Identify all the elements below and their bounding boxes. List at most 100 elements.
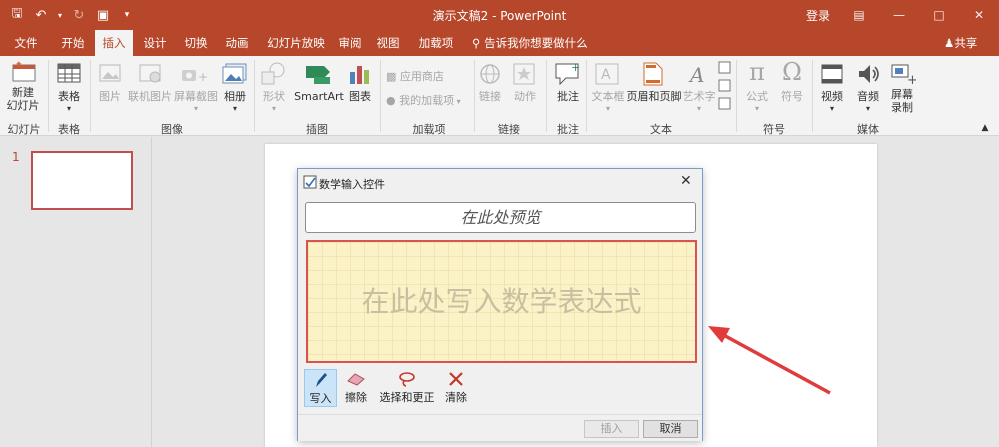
tab-animations[interactable]: 动画 bbox=[219, 30, 255, 56]
text-small-tools-icon[interactable] bbox=[718, 60, 732, 112]
preview-field: 在此处预览 bbox=[305, 202, 696, 233]
dialog-title: 数学输入控件 bbox=[319, 178, 385, 191]
table-dropdown-icon[interactable]: ▾ bbox=[54, 102, 84, 115]
minimize-icon[interactable]: — bbox=[879, 0, 919, 30]
screenshot-icon: + bbox=[182, 70, 208, 84]
slide-number: 1 bbox=[12, 150, 20, 164]
comment-button[interactable]: 批注 bbox=[552, 90, 584, 103]
action-button[interactable]: 动作 bbox=[508, 90, 542, 103]
slide-thumbnail-pane: 1 bbox=[0, 137, 152, 447]
tab-addins[interactable]: 加载项 bbox=[416, 30, 456, 56]
new-slide-button[interactable]: 新建 幻灯片 bbox=[2, 86, 44, 112]
smartart-button[interactable]: SmartArt bbox=[292, 90, 346, 103]
my-addins-button[interactable]: ● 我的加载项 ▾ bbox=[386, 94, 480, 108]
audio-icon bbox=[859, 65, 879, 83]
wordart-dropdown-icon[interactable]: ▾ bbox=[682, 102, 716, 115]
cancel-button[interactable]: 取消 bbox=[643, 420, 698, 438]
textbox-dropdown-icon[interactable]: ▾ bbox=[590, 102, 626, 115]
album-dropdown-icon[interactable]: ▾ bbox=[220, 102, 250, 115]
shapes-icon bbox=[261, 62, 285, 85]
screen-recording-button[interactable]: 屏幕 录制 bbox=[884, 88, 920, 114]
my-addins-dropdown-icon: ▾ bbox=[454, 97, 461, 106]
title-bar: 🖫 ↶ ▾ ↻ ▣ ▾ 演示文稿2 - PowerPoint 登录 ▤ — □ … bbox=[0, 0, 999, 30]
chart-button[interactable]: 图表 bbox=[344, 90, 376, 103]
tab-home[interactable]: 开始 bbox=[54, 30, 92, 56]
ribbon: ✦ 新建 幻灯片 幻灯片 表格 ▾ 表格 图片 联机图片 + 屏幕截图 ▾ 相册… bbox=[0, 56, 999, 136]
group-illustrations-label: 插图 bbox=[306, 123, 328, 136]
person-icon: ♟ bbox=[944, 36, 955, 50]
group-symbols-label: 符号 bbox=[763, 123, 785, 136]
collapse-ribbon-icon[interactable]: ▲ bbox=[978, 122, 992, 135]
store-icon: ▩ bbox=[386, 70, 400, 83]
wordart-icon: A bbox=[688, 63, 704, 86]
online-picture-button[interactable]: 联机图片 bbox=[126, 90, 174, 103]
insert-button[interactable]: 插入 bbox=[584, 420, 639, 438]
pi-icon: π bbox=[749, 58, 765, 86]
app-store-button[interactable]: ▩ 应用商店 bbox=[386, 70, 476, 83]
group-addins-label: 加载项 bbox=[412, 123, 446, 136]
pen-icon bbox=[305, 370, 336, 390]
picture-icon bbox=[99, 64, 121, 82]
write-tool-button[interactable]: 写入 bbox=[304, 369, 337, 407]
login-link[interactable]: 登录 bbox=[806, 7, 830, 24]
tab-view[interactable]: 视图 bbox=[373, 30, 403, 56]
header-footer-icon bbox=[643, 62, 663, 86]
screenshot-dropdown-icon[interactable]: ▾ bbox=[172, 102, 220, 115]
svg-text:✦: ✦ bbox=[15, 61, 23, 70]
tab-slideshow[interactable]: 幻灯片放映 bbox=[261, 30, 331, 56]
annotation-arrow bbox=[708, 326, 831, 395]
omega-icon: Ω bbox=[782, 58, 802, 86]
group-tables-label: 表格 bbox=[58, 123, 80, 136]
action-icon bbox=[513, 63, 535, 85]
tab-design[interactable]: 设计 bbox=[137, 30, 173, 56]
erase-tool-button[interactable]: 擦除 bbox=[343, 369, 369, 407]
clear-tool-button[interactable]: 清除 bbox=[443, 369, 469, 407]
online-picture-icon bbox=[139, 64, 161, 83]
link-icon bbox=[480, 64, 500, 84]
handwriting-area[interactable]: 在此处写入数学表达式 bbox=[306, 240, 697, 363]
svg-text:+: + bbox=[907, 73, 916, 86]
dialog-close-icon[interactable]: ✕ bbox=[680, 173, 692, 189]
equation-dropdown-icon[interactable]: ▾ bbox=[740, 102, 774, 115]
share-button[interactable]: ♟共享 bbox=[944, 30, 977, 56]
table-icon bbox=[57, 63, 81, 83]
audio-dropdown-icon[interactable]: ▾ bbox=[852, 102, 884, 115]
group-text-label: 文本 bbox=[650, 123, 672, 136]
lightbulb-icon: ⚲ bbox=[472, 36, 485, 50]
svg-text:A: A bbox=[688, 63, 704, 86]
new-slide-icon: ✦ bbox=[12, 61, 36, 82]
tab-insert[interactable]: 插入 bbox=[95, 30, 133, 56]
lasso-icon bbox=[378, 369, 436, 389]
group-images-label: 图像 bbox=[161, 123, 183, 136]
ribbon-tabs: 文件 开始 插入 设计 切换 动画 幻灯片放映 审阅 视图 加载项 ⚲ 告诉我你… bbox=[0, 30, 999, 56]
group-links-label: 链接 bbox=[498, 123, 520, 136]
ribbon-display-options-icon[interactable]: ▤ bbox=[839, 0, 879, 30]
select-correct-tool-button[interactable]: 选择和更正 bbox=[378, 369, 436, 407]
tab-file[interactable]: 文件 bbox=[8, 30, 44, 56]
header-footer-button[interactable]: 页眉和页脚 bbox=[626, 90, 682, 103]
svg-text:+: + bbox=[198, 70, 208, 84]
svg-text:A: A bbox=[601, 67, 611, 83]
write-placeholder: 在此处写入数学表达式 bbox=[361, 285, 642, 318]
shapes-dropdown-icon[interactable]: ▾ bbox=[258, 102, 290, 115]
comment-icon: + bbox=[555, 61, 580, 86]
math-input-dialog: 数学输入控件 ✕ 在此处预览 在此处写入数学表达式 写入 擦除 选择和更正 清除… bbox=[297, 168, 703, 441]
tell-me-box[interactable]: ⚲ 告诉我你想要做什么 bbox=[472, 30, 588, 56]
group-slides-label: 幻灯片 bbox=[7, 123, 41, 136]
svg-text:+: + bbox=[571, 61, 580, 74]
slide-thumbnail[interactable] bbox=[31, 151, 133, 210]
group-media-label: 媒体 bbox=[857, 123, 879, 136]
math-input-app-icon bbox=[303, 175, 317, 189]
addins-icon: ● bbox=[386, 94, 400, 107]
maximize-icon[interactable]: □ bbox=[919, 0, 959, 30]
tab-review[interactable]: 审阅 bbox=[335, 30, 365, 56]
eraser-icon bbox=[343, 369, 369, 389]
close-window-icon[interactable]: ✕ bbox=[959, 0, 999, 30]
textbox-icon: A bbox=[595, 63, 619, 85]
link-button[interactable]: 链接 bbox=[478, 90, 502, 103]
smartart-icon bbox=[306, 66, 330, 84]
symbol-button[interactable]: 符号 bbox=[776, 90, 808, 103]
video-dropdown-icon[interactable]: ▾ bbox=[816, 102, 848, 115]
picture-button[interactable]: 图片 bbox=[94, 90, 126, 103]
tab-transitions[interactable]: 切换 bbox=[178, 30, 214, 56]
